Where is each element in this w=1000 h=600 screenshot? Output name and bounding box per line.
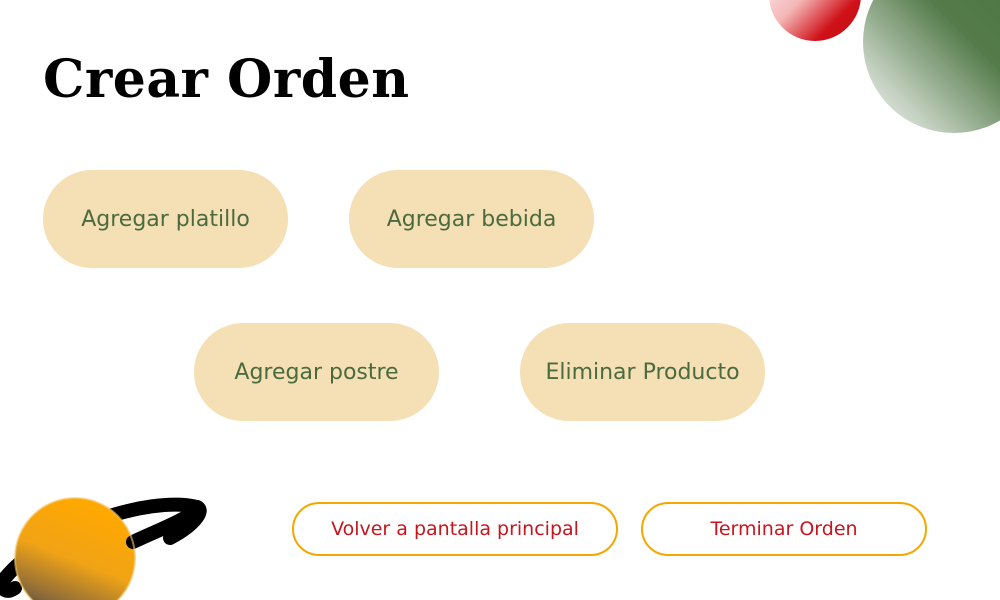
page-title: Crear Orden [43, 49, 410, 110]
green-sphere-icon [863, 0, 1000, 133]
red-sphere-icon [769, 0, 861, 41]
add-drink-button[interactable]: Agregar bebida [349, 170, 594, 268]
saturn-planet-icon [0, 497, 207, 600]
remove-product-button[interactable]: Eliminar Producto [520, 323, 765, 421]
finish-order-button[interactable]: Terminar Orden [641, 502, 927, 556]
add-dish-button[interactable]: Agregar platillo [43, 170, 288, 268]
back-to-main-button[interactable]: Volver a pantalla principal [292, 502, 618, 556]
add-dessert-button[interactable]: Agregar postre [194, 323, 439, 421]
